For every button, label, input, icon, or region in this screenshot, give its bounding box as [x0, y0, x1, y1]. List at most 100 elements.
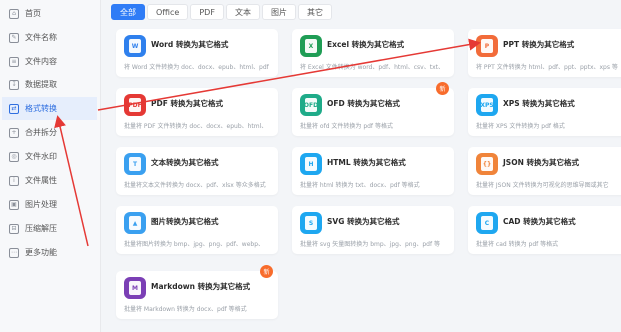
- tab-4[interactable]: 图片: [261, 4, 296, 20]
- excel-icon: X: [300, 35, 322, 57]
- word-icon: W: [124, 35, 146, 57]
- cad-icon: C: [476, 212, 498, 234]
- card-icon-glyph: H: [305, 157, 317, 171]
- card-description: 将 PPT 文件转换为 html、pdf、ppt、pptx、xps 等: [476, 64, 618, 71]
- merge-split-icon: +: [9, 127, 19, 138]
- card-title: Word 转换为其它格式: [151, 40, 229, 49]
- card-description: 批量将 html 转换为 txt、docx、pdf 等格式: [300, 182, 420, 189]
- card-icon-glyph: ▲: [129, 216, 141, 230]
- sidebar-item-label: 数据提取: [25, 80, 57, 89]
- sidebar-item-label: 首页: [25, 9, 41, 18]
- sidebar-item-label: 压缩解压: [25, 224, 57, 233]
- sidebar-item-label: 合并拆分: [25, 128, 57, 137]
- sidebar-item-file-name[interactable]: ✎ 文件名称: [2, 26, 97, 49]
- watermark-icon: ◎: [9, 151, 19, 162]
- card-icon-glyph: T: [129, 157, 141, 171]
- card-title: 图片转换为其它格式: [151, 217, 219, 226]
- text-icon: T: [124, 153, 146, 175]
- card-description: 批量将 svg 矢量图转换为 bmp、jpg、png、pdf 等: [300, 241, 441, 248]
- tab-5[interactable]: 其它: [297, 4, 332, 20]
- file-content-icon: ≡: [9, 56, 19, 67]
- sidebar-item-home[interactable]: ⌂ 首页: [2, 2, 97, 25]
- new-badge: 新: [260, 265, 273, 278]
- xps-convert-card[interactable]: XPS XPS 转换为其它格式批量将 XPS 文件转换为 pdf 格式: [468, 88, 621, 136]
- file-name-icon: ✎: [9, 32, 19, 43]
- word-convert-card[interactable]: W Word 转换为其它格式将 Word 文件转换为 doc、docx、epub、…: [116, 29, 278, 77]
- markdown-icon: M: [124, 277, 146, 299]
- card-icon-glyph: PDF: [128, 98, 142, 112]
- sidebar-item-label: 文件水印: [25, 152, 57, 161]
- card-description: 批量将 XPS 文件转换为 pdf 格式: [476, 123, 565, 130]
- card-title: Markdown 转换为其它格式: [151, 282, 251, 291]
- sidebar-item-more[interactable]: ⋯ 更多功能: [2, 241, 97, 264]
- card-title: XPS 转换为其它格式: [503, 99, 575, 108]
- ofd-convert-card[interactable]: OFD OFD 转换为其它格式批量将 ofd 文件转换为 pdf 等格式 新: [292, 82, 454, 136]
- image-convert-card[interactable]: ▲ 图片转换为其它格式批量将图片转换为 bmp、jpg、png、pdf、webp、: [116, 206, 278, 254]
- card-icon-glyph: OFD: [304, 98, 318, 112]
- category-tabs: 全部 Office PDF 文本 图片 其它: [111, 4, 332, 20]
- pdf-icon: PDF: [124, 94, 146, 116]
- card-title: SVG 转换为其它格式: [327, 217, 400, 226]
- card-title: HTML 转换为其它格式: [327, 158, 406, 167]
- card-description: 批量将图片转换为 bmp、jpg、png、pdf、webp、: [124, 241, 265, 248]
- sidebar-item-format-convert[interactable]: ⇄ 格式转换: [2, 97, 97, 120]
- tab-1[interactable]: Office: [147, 4, 189, 20]
- card-icon-glyph: C: [481, 216, 493, 230]
- data-extract-icon: ↧: [9, 79, 19, 90]
- tab-0[interactable]: 全部: [111, 4, 145, 20]
- compress-icon: ⊟: [9, 223, 19, 234]
- card-description: 将 Excel 文件转换为 word、pdf、html、csv、txt、: [300, 64, 444, 71]
- svg-convert-card[interactable]: S SVG 转换为其它格式批量将 svg 矢量图转换为 bmp、jpg、png、p…: [292, 206, 454, 254]
- card-icon-glyph: M: [129, 281, 141, 295]
- card-description: 批量将 PDF 文件转换为 doc、docx、epub、html、: [124, 123, 268, 130]
- markdown-convert-card[interactable]: M Markdown 转换为其它格式批量将 Markdown 转换为 docx、p…: [116, 265, 278, 319]
- card-description: 批量将 ofd 文件转换为 pdf 等格式: [300, 123, 393, 130]
- ofd-icon: OFD: [300, 94, 322, 116]
- card-icon-glyph: S: [305, 216, 317, 230]
- sidebar-item-label: 更多功能: [25, 248, 57, 257]
- card-icon-glyph: {}: [481, 157, 493, 171]
- sidebar-item-file-props[interactable]: i 文件属性: [2, 169, 97, 192]
- sidebar-item-data-extract[interactable]: ↧ 数据提取: [2, 73, 97, 96]
- sidebar-item-watermark[interactable]: ◎ 文件水印: [2, 145, 97, 168]
- svg-icon: S: [300, 212, 322, 234]
- file-props-icon: i: [9, 175, 19, 186]
- card-icon-glyph: XPS: [480, 98, 494, 112]
- tab-2[interactable]: PDF: [190, 4, 224, 20]
- ppt-convert-card[interactable]: P PPT 转换为其它格式将 PPT 文件转换为 html、pdf、ppt、ppt…: [468, 29, 621, 77]
- card-description: 批量将 Markdown 转换为 docx、pdf 等格式: [124, 306, 247, 313]
- card-description: 批量将 cad 转换为 pdf 等格式: [476, 241, 559, 248]
- pdf-convert-card[interactable]: PDF PDF 转换为其它格式 批量将 PDF 文件转换为 doc、docx、epu…: [116, 88, 278, 136]
- cad-convert-card[interactable]: C CAD 转换为其它格式批量将 cad 转换为 pdf 等格式: [468, 206, 621, 254]
- more-icon: ⋯: [9, 247, 19, 258]
- home-icon: ⌂: [9, 8, 19, 19]
- text-convert-card[interactable]: T 文本转换为其它格式批量将文本文件转换为 docx、pdf、xlsx 等众多格式: [116, 147, 278, 195]
- excel-convert-card[interactable]: X Excel 转换为其它格式将 Excel 文件转换为 word、pdf、htm…: [292, 29, 454, 77]
- card-title: CAD 转换为其它格式: [503, 217, 576, 226]
- new-badge: 新: [436, 82, 449, 95]
- tab-3[interactable]: 文本: [225, 4, 260, 20]
- card-icon-glyph: X: [305, 39, 317, 53]
- xps-icon: XPS: [476, 94, 498, 116]
- main-content: 全部 Office PDF 文本 图片 其它 W Word 转换为其它格式将 Word 文件…: [101, 0, 621, 332]
- ppt-icon: P: [476, 35, 498, 57]
- json-convert-card[interactable]: {} JSON 转换为其它格式 批量将 JSON 文件转换为可视化的思维导图或其它: [468, 147, 621, 195]
- card-description: 批量将文本文件转换为 docx、pdf、xlsx 等众多格式: [124, 182, 266, 189]
- image-process-icon: ▣: [9, 199, 19, 210]
- card-title: PPT 转换为其它格式: [503, 40, 575, 49]
- card-title: 文本转换为其它格式: [151, 158, 219, 167]
- sidebar-item-label: 格式转换: [25, 104, 57, 113]
- sidebar-item-image-process[interactable]: ▣ 图片处理: [2, 193, 97, 216]
- sidebar-item-compress[interactable]: ⊟ 压缩解压: [2, 217, 97, 240]
- html-icon: H: [300, 153, 322, 175]
- html-convert-card[interactable]: H HTML 转换为其它格式批量将 html 转换为 txt、docx、pdf 等…: [292, 147, 454, 195]
- card-title: OFD 转换为其它格式: [327, 99, 400, 108]
- sidebar-item-label: 文件内容: [25, 57, 57, 66]
- card-description: 批量将 JSON 文件转换为可视化的思维导图或其它: [476, 182, 609, 189]
- sidebar-item-file-content[interactable]: ≡ 文件内容: [2, 50, 97, 73]
- sidebar-item-merge-split[interactable]: + 合并拆分: [2, 121, 97, 144]
- sidebar-item-label: 文件名称: [25, 33, 57, 42]
- card-icon-glyph: P: [481, 39, 493, 53]
- format-convert-icon: ⇄: [9, 103, 19, 114]
- card-description: 将 Word 文件转换为 doc、docx、epub、html、pdf: [124, 64, 269, 71]
